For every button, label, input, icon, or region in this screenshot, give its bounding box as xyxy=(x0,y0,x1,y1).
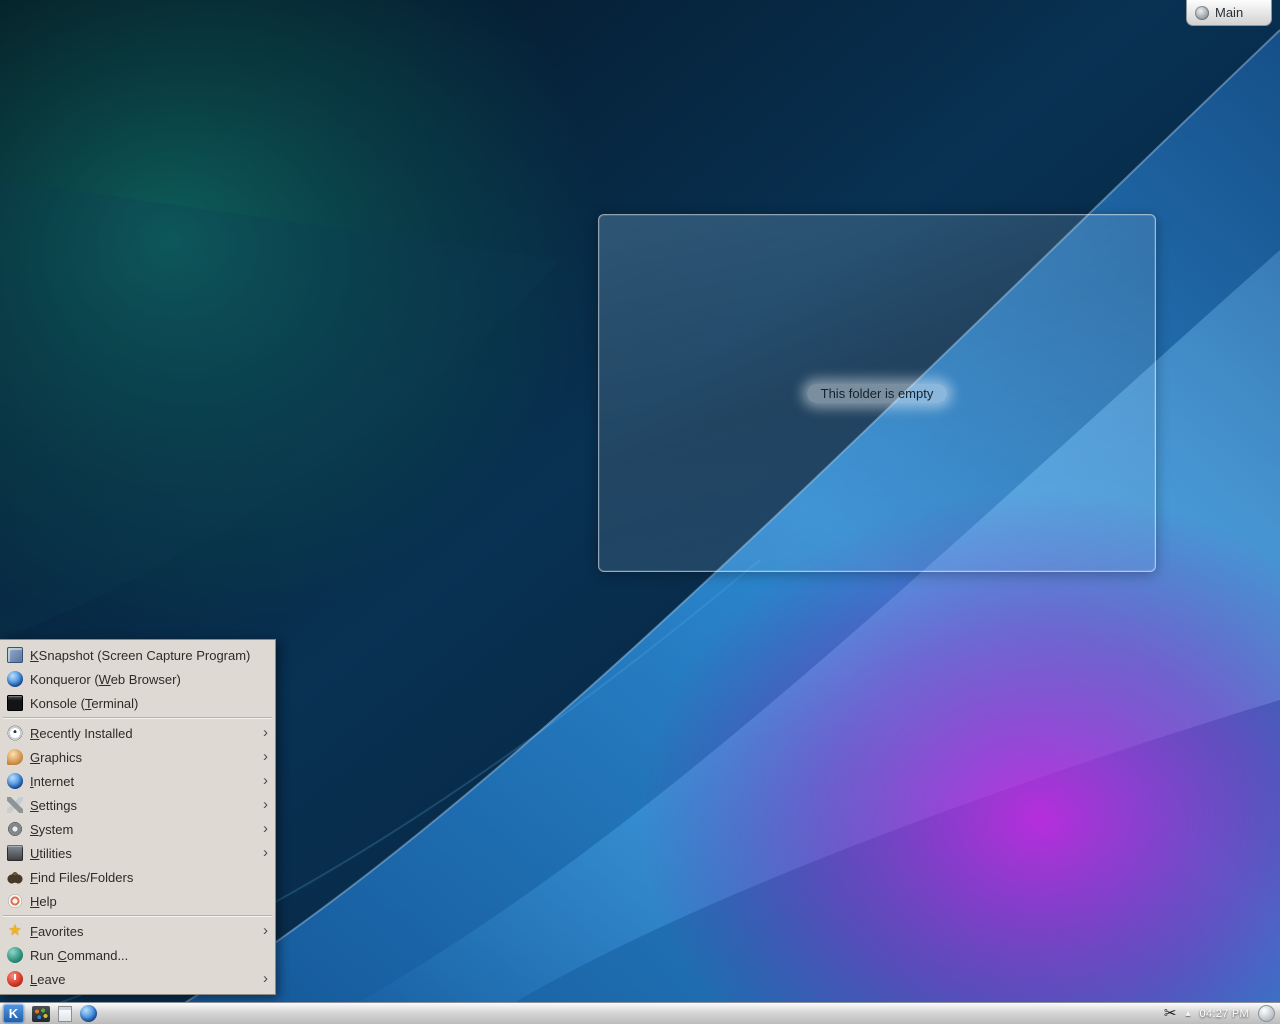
graphics-icon xyxy=(7,749,23,765)
taskbar-panel: K ✂ ▴ 04:27 PM xyxy=(0,1002,1280,1024)
label-post: ystem xyxy=(39,822,74,837)
help-icon xyxy=(7,893,23,909)
menu-item-label: System xyxy=(30,822,251,837)
menu-item-favorites[interactable]: ★ Favorites › xyxy=(0,919,275,943)
submenu-arrow-icon: › xyxy=(258,841,268,865)
menu-separator xyxy=(3,915,272,917)
menu-item-label: Run Command... xyxy=(30,948,268,963)
label-post: ecently Installed xyxy=(39,726,132,741)
menu-separator xyxy=(3,717,272,719)
panel-clock[interactable]: 04:27 PM xyxy=(1200,1008,1249,1020)
label-key: K xyxy=(30,648,39,663)
label-key: F xyxy=(30,924,38,939)
tray-expander-arrow-icon[interactable]: ▴ xyxy=(1185,1008,1190,1019)
label-key: S xyxy=(30,822,39,837)
konqueror-launcher-icon[interactable] xyxy=(80,1005,97,1022)
label-post: eb Browser) xyxy=(111,672,181,687)
leave-icon xyxy=(7,971,23,987)
menu-item-utilities[interactable]: Utilities › xyxy=(0,841,275,865)
menu-item-run-command[interactable]: Run Command... xyxy=(0,943,275,967)
kmenu-button[interactable]: K xyxy=(3,1004,24,1023)
menu-item-label: Recently Installed xyxy=(30,726,251,741)
folder-empty-message: This folder is empty xyxy=(807,384,948,403)
menu-item-konsole[interactable]: Konsole (Terminal) xyxy=(0,691,275,715)
menu-item-label: Internet xyxy=(30,774,251,789)
label-pre: Konqueror ( xyxy=(30,672,99,687)
label-post: Snapshot (Screen Capture Program) xyxy=(39,648,251,663)
document-icon[interactable] xyxy=(58,1006,72,1022)
label-key: F xyxy=(30,870,38,885)
menu-item-label: Favorites xyxy=(30,924,251,939)
menu-item-ksnapshot[interactable]: KSnapshot (Screen Capture Program) xyxy=(0,643,275,667)
menu-item-system[interactable]: System › xyxy=(0,817,275,841)
label-post: avorites xyxy=(38,924,84,939)
label-post: elp xyxy=(39,894,56,909)
menu-item-help[interactable]: Help xyxy=(0,889,275,913)
ksnapshot-icon xyxy=(7,647,23,663)
utilities-icon xyxy=(7,845,23,861)
internet-icon xyxy=(7,773,23,789)
menu-item-label: Leave xyxy=(30,972,251,987)
label-post: nternet xyxy=(34,774,74,789)
submenu-arrow-icon: › xyxy=(258,745,268,769)
desktop: Main This folder is empty KSnapshot (Scr… xyxy=(0,0,1280,1024)
menu-item-label: KSnapshot (Screen Capture Program) xyxy=(30,648,268,663)
menu-item-label: Help xyxy=(30,894,268,909)
label-key: R xyxy=(30,726,39,741)
toolbox-label: Main xyxy=(1215,5,1243,20)
menu-item-recently-installed[interactable]: Recently Installed › xyxy=(0,721,275,745)
menu-item-label: Settings xyxy=(30,798,251,813)
desktop-toolbox-tab[interactable]: Main xyxy=(1186,0,1272,26)
submenu-arrow-icon: › xyxy=(258,721,268,745)
label-post: ettings xyxy=(39,798,77,813)
menu-item-find-files[interactable]: Find Files/Folders xyxy=(0,865,275,889)
label-post: ommand... xyxy=(67,948,128,963)
label-post: ind Files/Folders xyxy=(38,870,133,885)
panel-toolbox-cashew-icon[interactable] xyxy=(1258,1005,1275,1022)
menu-item-label: Graphics xyxy=(30,750,251,765)
label-pre: Konsole ( xyxy=(30,696,85,711)
konsole-icon xyxy=(7,695,23,711)
submenu-arrow-icon: › xyxy=(258,769,268,793)
menu-item-label: Konqueror (Web Browser) xyxy=(30,672,268,687)
kde-logo-icon: K xyxy=(9,1006,18,1021)
menu-item-konqueror[interactable]: Konqueror (Web Browser) xyxy=(0,667,275,691)
find-files-icon xyxy=(7,869,23,885)
toolbox-icon xyxy=(1195,6,1209,20)
submenu-arrow-icon: › xyxy=(258,817,268,841)
submenu-arrow-icon: › xyxy=(258,793,268,817)
label-pre: Run xyxy=(30,948,57,963)
dots-grid-icon[interactable] xyxy=(32,1006,50,1022)
folder-view-widget[interactable]: This folder is empty xyxy=(598,214,1156,572)
menu-item-label: Utilities xyxy=(30,846,251,861)
settings-icon xyxy=(7,797,23,813)
label-post: tilities xyxy=(39,846,72,861)
menu-item-label: Konsole (Terminal) xyxy=(30,696,268,711)
label-key: W xyxy=(99,672,111,687)
label-key: G xyxy=(30,750,40,765)
label-key: C xyxy=(57,948,66,963)
application-menu: KSnapshot (Screen Capture Program) Konqu… xyxy=(0,639,276,995)
menu-item-label: Find Files/Folders xyxy=(30,870,268,885)
panel-right-section: ✂ ▴ 04:27 PM xyxy=(1164,1004,1277,1024)
label-post: eave xyxy=(37,972,65,987)
recently-installed-icon xyxy=(7,725,23,741)
menu-item-internet[interactable]: Internet › xyxy=(0,769,275,793)
label-key: H xyxy=(30,894,39,909)
menu-item-settings[interactable]: Settings › xyxy=(0,793,275,817)
menu-item-leave[interactable]: Leave › xyxy=(0,967,275,991)
konqueror-icon xyxy=(7,671,23,687)
submenu-arrow-icon: › xyxy=(258,919,268,943)
run-command-icon xyxy=(7,947,23,963)
label-post: erminal) xyxy=(91,696,138,711)
menu-item-graphics[interactable]: Graphics › xyxy=(0,745,275,769)
scissors-tray-icon[interactable]: ✂ xyxy=(1164,1004,1177,1024)
label-key: U xyxy=(30,846,39,861)
label-key: S xyxy=(30,798,39,813)
favorites-icon: ★ xyxy=(7,923,23,939)
submenu-arrow-icon: › xyxy=(258,967,268,991)
label-post: raphics xyxy=(40,750,82,765)
system-icon xyxy=(7,821,23,837)
